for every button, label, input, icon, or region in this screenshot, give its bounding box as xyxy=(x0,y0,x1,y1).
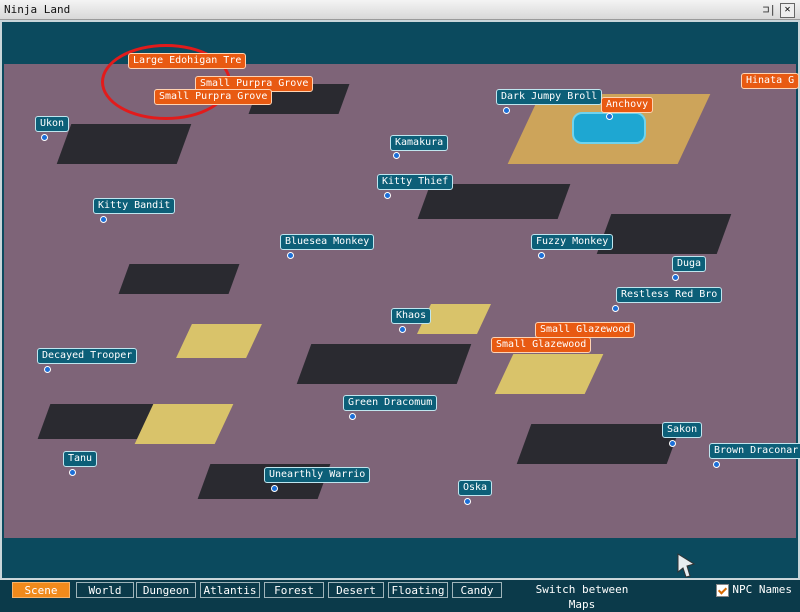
tab-forest[interactable]: Forest xyxy=(264,582,324,598)
npc-marker xyxy=(271,485,278,492)
label-large-edohigan[interactable]: Large Edohigan Tre xyxy=(128,53,247,69)
terrain-block xyxy=(516,424,682,464)
npc-marker xyxy=(69,469,76,476)
npc-marker xyxy=(713,461,720,468)
npc-marker xyxy=(606,113,613,120)
npc-names-label: NPC Names xyxy=(732,583,792,596)
label-restless-red-bro[interactable]: Restless Red Bro xyxy=(616,287,723,303)
checkbox-icon[interactable] xyxy=(716,583,730,597)
label-ukon[interactable]: Ukon xyxy=(35,116,70,132)
label-hinata[interactable]: Hinata G xyxy=(741,73,800,89)
pin-icon[interactable]: ⊐| xyxy=(763,3,776,16)
npc-marker xyxy=(399,326,406,333)
close-button[interactable]: ✕ xyxy=(780,3,795,18)
npc-marker xyxy=(538,252,545,259)
npc-marker xyxy=(44,366,51,373)
terrain-block xyxy=(118,264,240,294)
terrain-block xyxy=(56,124,192,164)
label-dark-jumpy-broll[interactable]: Dark Jumpy Broll xyxy=(496,89,603,105)
label-decayed-trooper[interactable]: Decayed Trooper xyxy=(37,348,138,364)
label-sakon[interactable]: Sakon xyxy=(662,422,703,438)
npc-marker xyxy=(464,498,471,505)
npc-marker xyxy=(669,440,676,447)
npc-marker xyxy=(41,134,48,141)
npc-names-toggle[interactable]: NPC Names xyxy=(716,583,792,597)
npc-marker xyxy=(384,192,391,199)
npc-marker xyxy=(612,305,619,312)
tab-atlantis[interactable]: Atlantis xyxy=(200,582,260,598)
npc-marker xyxy=(349,413,356,420)
label-anchovy[interactable]: Anchovy xyxy=(601,97,654,113)
tab-candy[interactable]: Candy xyxy=(452,582,502,598)
npc-marker xyxy=(672,274,679,281)
tab-world[interactable]: World xyxy=(76,582,134,598)
window-title: Ninja Land xyxy=(4,3,71,16)
npc-marker xyxy=(393,152,400,159)
label-small-glazewood[interactable]: Small Glazewood xyxy=(491,337,592,353)
tab-scene[interactable]: Scene xyxy=(12,582,70,598)
cursor-icon xyxy=(677,553,696,578)
label-small-glazewood[interactable]: Small Glazewood xyxy=(535,322,636,338)
label-kitty-bandit[interactable]: Kitty Bandit xyxy=(93,198,176,214)
tab-floating[interactable]: Floating xyxy=(388,582,448,598)
label-brown-draconar[interactable]: Brown Draconar xyxy=(709,443,800,459)
terrain-block xyxy=(296,344,472,384)
label-duga[interactable]: Duga xyxy=(672,256,707,272)
npc-marker xyxy=(503,107,510,114)
label-kamakura[interactable]: Kamakura xyxy=(390,135,449,151)
sand-tile xyxy=(494,354,604,394)
npc-marker xyxy=(100,216,107,223)
label-tanu[interactable]: Tanu xyxy=(63,451,98,467)
terrain-block xyxy=(596,214,732,254)
label-oska[interactable]: Oska xyxy=(458,480,493,496)
label-unearthly-warrior[interactable]: Unearthly Warrio xyxy=(264,467,371,483)
label-khaos[interactable]: Khaos xyxy=(391,308,432,324)
label-kitty-thief[interactable]: Kitty Thief xyxy=(377,174,454,190)
window-titlebar: Ninja Land ⊐| ✕ xyxy=(0,0,800,20)
label-bluesea-monkey[interactable]: Bluesea Monkey xyxy=(280,234,375,250)
npc-marker xyxy=(287,252,294,259)
label-fuzzy-monkey[interactable]: Fuzzy Monkey xyxy=(531,234,614,250)
tab-dungeon[interactable]: Dungeon xyxy=(136,582,196,598)
sand-tile xyxy=(134,404,234,444)
label-green-dracomum[interactable]: Green Dracomum xyxy=(343,395,438,411)
switch-maps-button[interactable]: Switch between Maps xyxy=(522,582,642,611)
label-small-purpra-grove[interactable]: Small Purpra Grove xyxy=(154,89,273,105)
tab-desert[interactable]: Desert xyxy=(328,582,384,598)
map-tab-bar: Scene World Dungeon Atlantis Forest Dese… xyxy=(0,579,800,611)
sand-tile xyxy=(176,324,262,358)
